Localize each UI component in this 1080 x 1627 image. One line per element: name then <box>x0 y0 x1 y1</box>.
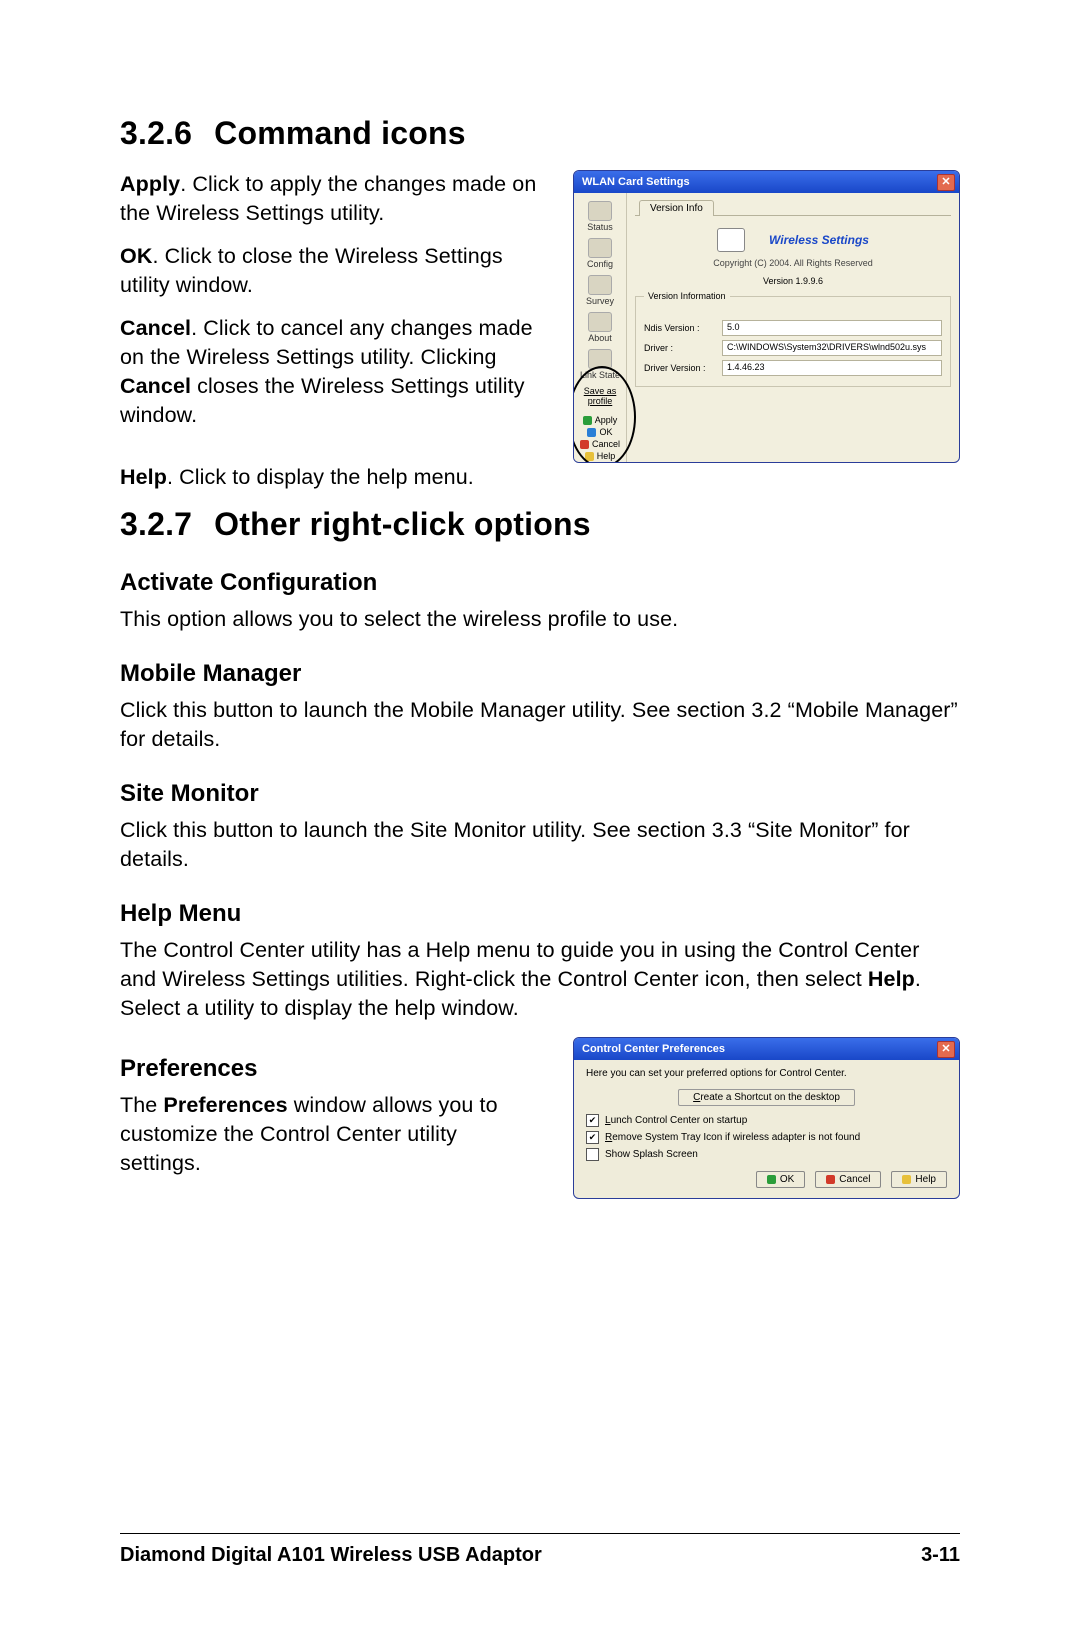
pref-titlebar: Control Center Preferences ✕ <box>574 1038 959 1060</box>
wlan-title: WLAN Card Settings <box>582 176 690 188</box>
sub-mobile: Mobile Manager <box>120 660 960 688</box>
cmd-cancel[interactable]: Cancel <box>574 438 626 450</box>
brand-icon <box>717 228 745 252</box>
side-status[interactable]: Status <box>574 199 626 234</box>
close-icon[interactable]: ✕ <box>937 1041 955 1058</box>
pref-title: Control Center Preferences <box>582 1043 725 1055</box>
pref-message: Here you can set your preferred options … <box>586 1068 947 1079</box>
label-cancel-1: Cancel <box>120 316 191 340</box>
copyright: Copyright (C) 2004. All Rights Reserved <box>635 258 951 268</box>
wlan-titlebar: WLAN Card Settings ✕ <box>574 171 959 193</box>
ok-icon <box>587 428 596 437</box>
para-apply: Apply. Click to apply the changes made o… <box>120 170 543 228</box>
text-preferences: The Preferences window allows you to cus… <box>120 1091 543 1178</box>
footer-page: 3-11 <box>921 1544 960 1567</box>
tab-version-info[interactable]: Version Info <box>639 200 714 216</box>
sub-preferences: Preferences <box>120 1055 543 1083</box>
close-icon[interactable]: ✕ <box>937 174 955 191</box>
label-cancel-2: Cancel <box>120 374 191 398</box>
cancel-icon <box>580 440 589 449</box>
help-icon <box>585 452 594 461</box>
side-survey[interactable]: Survey <box>574 273 626 308</box>
brand-text: Wireless Settings <box>769 233 869 247</box>
version-fieldset: Version Information Ndis Version :5.0 Dr… <box>635 296 951 387</box>
save-as-profile[interactable]: Save as profile <box>574 386 626 406</box>
opt-launch-startup[interactable]: ✔Lunch Control Center on startup <box>586 1114 947 1127</box>
help-button[interactable]: Help <box>891 1171 947 1188</box>
create-shortcut-button[interactable]: Create a Shortcut on the desktop <box>678 1089 855 1106</box>
label-help: Help <box>120 465 167 489</box>
opt-splash[interactable]: Show Splash Screen <box>586 1148 947 1161</box>
footer-rule <box>120 1533 960 1534</box>
cmd-apply[interactable]: Apply <box>574 414 626 426</box>
sub-activate: Activate Configuration <box>120 569 960 597</box>
driver-version-label: Driver Version : <box>644 363 714 373</box>
question-icon <box>902 1175 911 1184</box>
sub-site: Site Monitor <box>120 780 960 808</box>
x-icon <box>826 1175 835 1184</box>
cmd-ok[interactable]: OK <box>574 426 626 438</box>
checkbox-icon[interactable] <box>586 1148 599 1161</box>
sub-helpmenu: Help Menu <box>120 900 960 928</box>
survey-icon <box>588 275 612 295</box>
checkbox-icon[interactable]: ✔ <box>586 1131 599 1144</box>
text-site: Click this button to launch the Site Mon… <box>120 816 960 874</box>
label-apply: Apply <box>120 172 180 196</box>
command-icons-group: Apply OK Cancel Help <box>574 414 626 462</box>
tab-strip: Version Info <box>635 199 951 216</box>
text-ok: . Click to close the Wireless Settings u… <box>120 244 503 297</box>
ndis-label: Ndis Version : <box>644 323 714 333</box>
ndis-value: 5.0 <box>722 320 942 336</box>
cancel-button[interactable]: Cancel <box>815 1171 881 1188</box>
about-icon <box>588 312 612 332</box>
check-icon <box>767 1175 776 1184</box>
driver-version-value: 1.4.46.23 <box>722 360 942 376</box>
linkstate-icon <box>588 349 612 369</box>
para-help: Help. Click to display the help menu. <box>120 463 960 492</box>
text-helpmenu: The Control Center utility has a Help me… <box>120 936 960 1023</box>
heading-327-num: 3.2.7 <box>120 506 192 543</box>
text-apply: . Click to apply the changes made on the… <box>120 172 536 225</box>
text-activate: This option allows you to select the wir… <box>120 605 960 634</box>
text-mobile: Click this button to launch the Mobile M… <box>120 696 960 754</box>
side-linkstate[interactable]: Link State <box>574 347 626 382</box>
side-config[interactable]: Config <box>574 236 626 271</box>
side-about[interactable]: About <box>574 310 626 345</box>
version: Version 1.9.9.6 <box>635 276 951 286</box>
cmd-help[interactable]: Help <box>574 450 626 462</box>
heading-327-title: Other right-click options <box>214 506 591 542</box>
para-ok: OK. Click to close the Wireless Settings… <box>120 242 543 300</box>
config-icon <box>588 238 612 258</box>
checkbox-icon[interactable]: ✔ <box>586 1114 599 1127</box>
check-icon <box>583 416 592 425</box>
preferences-window: Control Center Preferences ✕ Here you ca… <box>573 1037 960 1199</box>
heading-326-title: Command icons <box>214 115 466 151</box>
para-cancel: Cancel. Click to cancel any changes made… <box>120 314 543 430</box>
footer-product: Diamond Digital A101 Wireless USB Adapto… <box>120 1544 542 1567</box>
ok-button[interactable]: OK <box>756 1171 805 1188</box>
driver-label: Driver : <box>644 343 714 353</box>
heading-326-num: 3.2.6 <box>120 115 192 152</box>
wlan-settings-window: WLAN Card Settings ✕ Status Config Surve… <box>573 170 960 463</box>
label-ok: OK <box>120 244 152 268</box>
status-icon <box>588 201 612 221</box>
wlan-sidebar: Status Config Survey About Link State Sa… <box>574 193 627 462</box>
heading-326: 3.2.6 Command icons <box>120 115 960 152</box>
fieldset-title: Version Information <box>644 291 730 301</box>
heading-327: 3.2.7 Other right-click options <box>120 506 960 543</box>
text-help: . Click to display the help menu. <box>167 465 474 489</box>
opt-remove-tray[interactable]: ✔Remove System Tray Icon if wireless ada… <box>586 1131 947 1144</box>
page-footer: Diamond Digital A101 Wireless USB Adapto… <box>120 1533 960 1567</box>
driver-value: C:\WINDOWS\System32\DRIVERS\wlnd502u.sys <box>722 340 942 356</box>
